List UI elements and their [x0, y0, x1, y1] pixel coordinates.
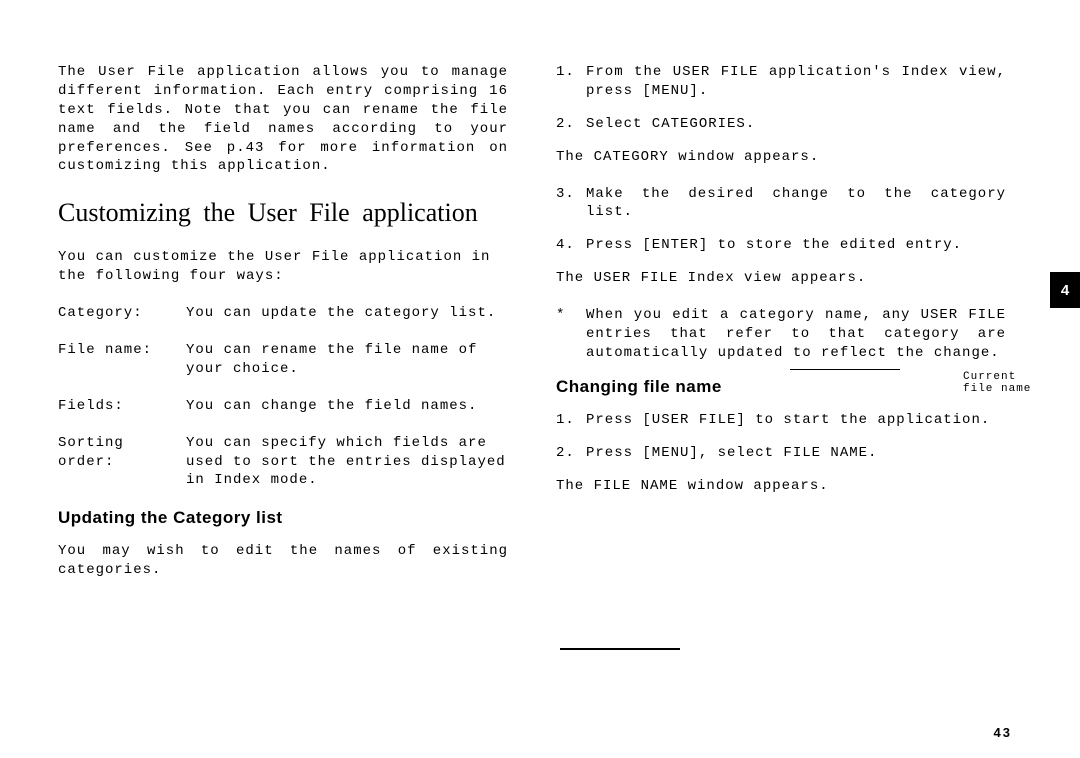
step-text: Press [ENTER] to store the edited entry. — [586, 236, 1006, 255]
annotation-underline — [790, 369, 900, 370]
definition-label: Sorting order: — [58, 434, 186, 491]
sub-heading-changing-file-name: Changing file name — [556, 377, 1006, 397]
result-text: The CATEGORY window appears. — [556, 148, 1006, 167]
note-text: When you edit a category name, any USER … — [586, 306, 1006, 363]
step-number: 2. — [556, 444, 586, 463]
step-text: From the USER FILE application's Index v… — [586, 63, 1006, 101]
step-text: Press [USER FILE] to start the applicati… — [586, 411, 1006, 430]
underline-mark — [560, 648, 680, 650]
definition-row: Fields: You can change the field names. — [58, 397, 508, 416]
definition-row: Sorting order: You can specify which fie… — [58, 434, 508, 491]
definition-row: Category: You can update the category li… — [58, 304, 508, 323]
step-text: Select CATEGORIES. — [586, 115, 1006, 134]
step-number: 4. — [556, 236, 586, 255]
step-item: 2. Press [MENU], select FILE NAME. — [556, 444, 1006, 463]
definition-body: You can change the field names. — [186, 397, 508, 416]
definition-row: File name: You can rename the file name … — [58, 341, 508, 379]
page-number: 43 — [994, 725, 1012, 740]
intro-paragraph: The User File application allows you to … — [58, 63, 508, 176]
main-heading: Customizing the User File application — [58, 198, 508, 228]
result-text: The USER FILE Index view appears. — [556, 269, 1006, 288]
step-item: 4. Press [ENTER] to store the edited ent… — [556, 236, 1006, 255]
lead-paragraph: You can customize the User File applicat… — [58, 248, 508, 286]
step-number: 1. — [556, 411, 586, 430]
step-number: 3. — [556, 185, 586, 223]
two-column-layout: The User File application allows you to … — [58, 63, 1012, 598]
definition-label: Category: — [58, 304, 186, 323]
result-text: The FILE NAME window appears. — [556, 477, 1006, 496]
step-text: Press [MENU], select FILE NAME. — [586, 444, 1006, 463]
definition-label: File name: — [58, 341, 186, 379]
left-column: The User File application allows you to … — [58, 63, 508, 598]
note-marker: * — [556, 306, 586, 363]
definition-body: You can update the category list. — [186, 304, 508, 323]
step-number: 2. — [556, 115, 586, 134]
right-column: 1. From the USER FILE application's Inde… — [556, 63, 1006, 598]
definition-body: You can rename the file name of your cho… — [186, 341, 508, 379]
step-text: Make the desired change to the category … — [586, 185, 1006, 223]
definition-body: You can specify which fields are used to… — [186, 434, 508, 491]
chapter-tab: 4 — [1050, 272, 1080, 308]
step-number: 1. — [556, 63, 586, 101]
step-item: 2. Select CATEGORIES. — [556, 115, 1006, 134]
definition-label: Fields: — [58, 397, 186, 416]
step-item: 1. From the USER FILE application's Inde… — [556, 63, 1006, 101]
annotation-label: Current file name — [963, 372, 1031, 395]
sub-heading-updating-category: Updating the Category list — [58, 508, 508, 528]
note-item: * When you edit a category name, any USE… — [556, 306, 1006, 363]
step-item: 3. Make the desired change to the catego… — [556, 185, 1006, 223]
category-intro-paragraph: You may wish to edit the names of existi… — [58, 542, 508, 580]
step-item: 1. Press [USER FILE] to start the applic… — [556, 411, 1006, 430]
